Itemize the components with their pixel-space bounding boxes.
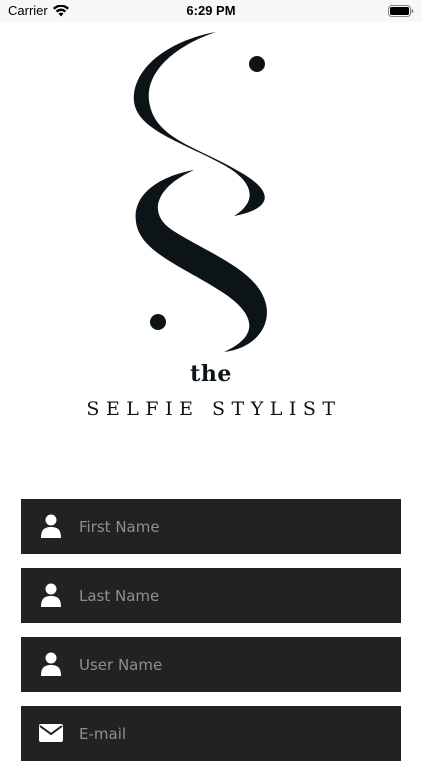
user-name-field[interactable] (21, 637, 401, 692)
section-logo-icon (133, 32, 267, 352)
battery-icon (388, 5, 414, 17)
last-name-input[interactable] (79, 568, 389, 623)
first-name-field[interactable] (21, 499, 401, 554)
email-input[interactable] (79, 706, 389, 761)
brand-name: SELFIE STYLIST (86, 398, 342, 420)
user-name-input[interactable] (79, 637, 389, 692)
envelope-icon (38, 720, 64, 746)
status-time: 6:29 PM (186, 3, 236, 18)
user-icon (38, 582, 64, 608)
status-bar: Carrier 6:29 PM (0, 0, 422, 22)
brand-the: the (190, 361, 232, 387)
email-field[interactable] (21, 706, 401, 761)
first-name-input[interactable] (79, 499, 389, 554)
last-name-field[interactable] (21, 568, 401, 623)
user-icon (38, 513, 64, 539)
user-icon (38, 651, 64, 677)
